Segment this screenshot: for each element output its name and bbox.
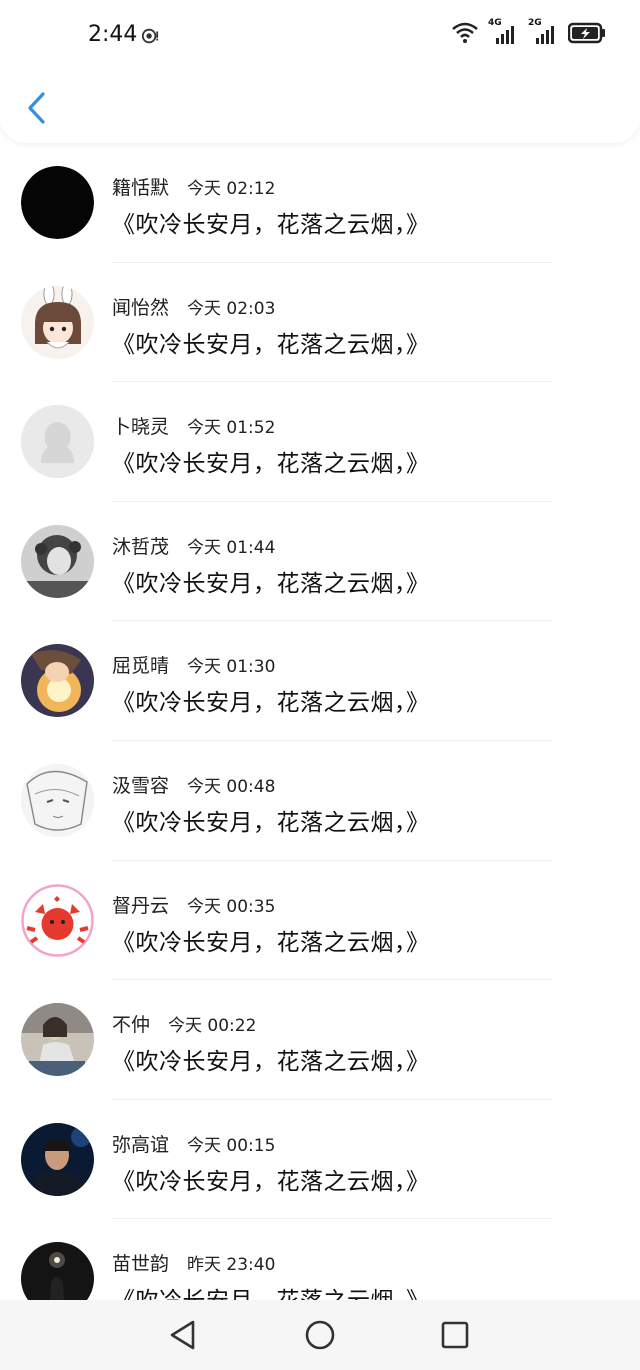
battery-charging-icon (568, 22, 605, 44)
settings-status-icon (141, 28, 159, 44)
comment-row[interactable]: 卜晓灵 今天 01:52 《吹冷长安月，花落之云烟，》 (0, 382, 640, 502)
avatar[interactable] (21, 285, 94, 359)
comment-text: 《吹冷长安月，花落之云烟，》 (112, 212, 430, 238)
comment-time: 昨天 23:40 (187, 1255, 276, 1276)
commenter-name[interactable]: 不仲 (112, 1010, 150, 1037)
commenter-name[interactable]: 屈觅晴 (112, 651, 169, 678)
avatar[interactable] (21, 1122, 94, 1196)
comment-text: 《吹冷长安月，花落之云烟，》 (112, 929, 430, 956)
commenter-name[interactable]: 督丹云 (112, 891, 169, 918)
avatar[interactable] (21, 405, 94, 479)
comment-time: 今天 02:03 (187, 298, 276, 319)
top-app-bar: 2:44 4G 2G (0, 0, 640, 143)
commenter-name[interactable]: 沐哲茂 (112, 532, 169, 559)
chevron-left-icon (28, 92, 45, 124)
square-recents-icon (441, 1321, 469, 1349)
signal-2g: 2G (528, 18, 558, 44)
avatar[interactable] (21, 166, 94, 239)
comment-time: 今天 01:44 (187, 537, 276, 558)
commenter-name[interactable]: 籍恬默 (112, 173, 169, 200)
comment-row[interactable]: 不仲 今天 00:22 《吹冷长安月，花落之云烟，》 (0, 980, 640, 1100)
comment-row[interactable]: 屈觅晴 今天 01:30 《吹冷长安月，花落之云烟，》 (0, 621, 640, 741)
status-indicators: 4G 2G (452, 18, 606, 44)
comment-time: 今天 01:52 (187, 418, 276, 439)
circle-home-icon (305, 1320, 335, 1350)
avatar[interactable] (21, 883, 94, 957)
comment-text: 《吹冷长安月，花落之云烟，》 (112, 1049, 430, 1076)
commenter-name[interactable]: 弥高谊 (112, 1130, 169, 1157)
comment-time: 今天 00:22 (168, 1016, 257, 1037)
commenter-name[interactable]: 卜晓灵 (112, 412, 169, 439)
avatar[interactable] (21, 763, 94, 837)
comment-row[interactable]: 汲雪容 今天 00:48 《吹冷长安月，花落之云烟，》 (0, 741, 640, 861)
comment-time: 今天 01:30 (187, 657, 276, 678)
commenter-name[interactable]: 汲雪容 (112, 771, 169, 798)
nav-home-button[interactable] (303, 1318, 337, 1352)
nav-back-button[interactable] (166, 1318, 200, 1352)
comment-time: 今天 02:12 (187, 179, 276, 199)
signal-4g: 4G (488, 18, 518, 44)
commenter-name[interactable]: 闻怡然 (112, 293, 169, 320)
comment-time: 今天 00:48 (187, 776, 276, 797)
wifi-icon (452, 22, 478, 43)
comment-time: 今天 00:15 (187, 1135, 276, 1156)
comment-text: 《吹冷长安月，花落之云烟，》 (112, 1168, 430, 1195)
comment-list: 籍恬默 今天 02:12 《吹冷长安月，花落之云烟，》 闻怡然 今天 02:03 《… (0, 143, 640, 1339)
comment-text: 《吹冷长安月，花落之云烟，》 (112, 451, 430, 478)
comment-row[interactable]: 闻怡然 今天 02:03 《吹冷长安月，花落之云烟，》 (0, 263, 640, 383)
back-button[interactable] (18, 88, 54, 128)
comment-time: 今天 00:35 (187, 896, 276, 917)
avatar[interactable] (21, 524, 94, 598)
nav-recents-button[interactable] (438, 1318, 472, 1352)
comment-text: 《吹冷长安月，花落之云烟，》 (112, 690, 430, 717)
comment-row[interactable]: 督丹云 今天 00:35 《吹冷长安月，花落之云烟，》 (0, 861, 640, 981)
avatar[interactable] (21, 1003, 94, 1077)
system-nav-bar (0, 1300, 640, 1370)
comment-text: 《吹冷长安月，花落之云烟，》 (112, 809, 430, 836)
avatar[interactable] (21, 644, 94, 718)
signal-bars-icon (536, 26, 554, 44)
comment-text: 《吹冷长安月，花落之云烟，》 (112, 570, 430, 597)
triangle-back-icon (170, 1320, 195, 1350)
comment-text: 《吹冷长安月，花落之云烟，》 (112, 331, 430, 358)
commenter-name[interactable]: 苗世韵 (112, 1249, 169, 1276)
status-time: 2:44 (88, 22, 138, 47)
signal-bars-icon (496, 26, 514, 44)
comment-row[interactable]: 沐哲茂 今天 01:44 《吹冷长安月，花落之云烟，》 (0, 502, 640, 622)
comment-row[interactable]: 籍恬默 今天 02:12 《吹冷长安月，花落之云烟，》 (0, 143, 640, 263)
comment-row[interactable]: 弥高谊 今天 00:15 《吹冷长安月，花落之云烟，》 (0, 1100, 640, 1220)
